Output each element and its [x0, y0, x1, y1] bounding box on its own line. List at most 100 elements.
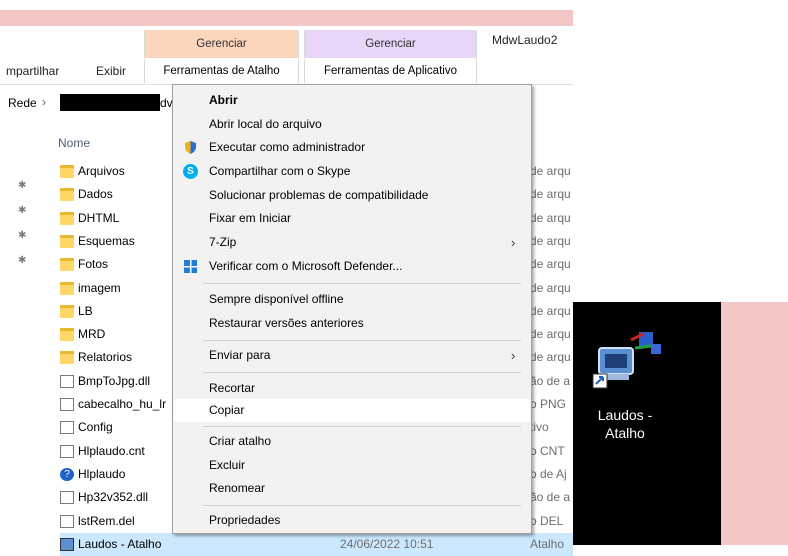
- folder-icon: [60, 304, 74, 318]
- menu-separator: [203, 283, 521, 284]
- file-name: Dados: [78, 187, 113, 202]
- menu-separator: [203, 426, 521, 427]
- chevron-right-icon: ›: [511, 235, 516, 250]
- menu-item-abrir[interactable]: Abrir: [174, 89, 530, 112]
- menu-item-solucionar[interactable]: Solucionar problemas de compatibilidade: [174, 184, 530, 207]
- file-name: Fotos: [78, 257, 109, 272]
- file-icon: [60, 491, 74, 505]
- pin-icon[interactable]: ✱: [18, 180, 26, 191]
- file-type: Atalho: [530, 536, 565, 551]
- file-type: o DEL: [530, 513, 564, 528]
- menu-item-copiar[interactable]: Copiar: [174, 399, 530, 422]
- file-type: de arqu: [530, 327, 571, 342]
- menu-item-abrir-local[interactable]: Abrir local do arquivo: [174, 113, 530, 136]
- file-type: o PNG: [530, 397, 567, 411]
- file-type: de arqu: [530, 303, 571, 318]
- context-menu: Abrir Abrir local do arquivo Executar co…: [172, 84, 532, 534]
- desktop-strip: [721, 302, 788, 545]
- tab-exibir[interactable]: Exibir: [96, 64, 126, 78]
- address-root[interactable]: Rede: [8, 96, 37, 110]
- menu-item-recortar[interactable]: Recortar: [174, 377, 530, 400]
- folder-icon: [60, 234, 74, 248]
- menu-item-criar-atalho[interactable]: Criar atalho: [174, 430, 530, 453]
- desktop-shortcut-label: Laudos - Atalho: [597, 407, 653, 441]
- folder-icon: [60, 281, 74, 295]
- file-type: de arqu: [530, 257, 571, 272]
- file-name: DHTML: [78, 210, 120, 225]
- shortcut-icon: [60, 537, 74, 551]
- ctx-group-header-app[interactable]: Gerenciar: [304, 30, 477, 58]
- pin-icon[interactable]: ✱: [18, 255, 26, 266]
- file-date: 24/06/2022 10:51: [340, 536, 434, 551]
- file-name: lstRem.del: [78, 513, 135, 528]
- menu-item-defender[interactable]: Verificar com o Microsoft Defender...: [174, 255, 530, 278]
- defender-icon: [183, 259, 198, 274]
- menu-item-skype[interactable]: S Compartilhar com o Skype: [174, 160, 530, 183]
- menu-separator: [203, 372, 521, 373]
- file-type: de arqu: [530, 164, 571, 178]
- file-name: MRD: [78, 327, 106, 342]
- chevron-right-icon: ›: [511, 348, 516, 363]
- file-icon: [60, 514, 74, 528]
- file-type: de arqu: [530, 187, 571, 202]
- file-name: LB: [78, 303, 93, 318]
- folder-icon: [60, 165, 74, 178]
- file-name: Esquemas: [78, 233, 135, 248]
- menu-item-7zip[interactable]: 7-Zip ›: [174, 231, 530, 254]
- desktop-shortcut[interactable]: Laudos - Atalho: [585, 326, 685, 441]
- folder-icon: [60, 188, 74, 202]
- file-icon: [60, 398, 74, 411]
- folder-icon: [60, 328, 74, 342]
- pin-icon[interactable]: ✱: [18, 205, 26, 216]
- file-type: o de Aj: [530, 466, 567, 481]
- tab-ferramentas-atalho[interactable]: Ferramentas de Atalho: [144, 59, 299, 83]
- file-type: de arqu: [530, 350, 571, 365]
- redacted-block: [60, 94, 160, 111]
- window-title: MdwLaudo2: [492, 33, 558, 47]
- file-icon: [60, 421, 74, 435]
- tab-ferramentas-aplicativo[interactable]: Ferramentas de Aplicativo: [304, 59, 477, 83]
- skype-icon: S: [183, 164, 198, 179]
- folder-icon: [60, 211, 74, 225]
- column-header-nome[interactable]: Nome: [58, 136, 90, 150]
- menu-item-propriedades[interactable]: Propriedades: [174, 509, 530, 532]
- laudos-app-icon: [592, 332, 661, 389]
- menu-item-offline[interactable]: Sempre disponível offline: [174, 288, 530, 311]
- file-name: BmpToJpg.dll: [78, 373, 151, 388]
- tab-compartilhar[interactable]: mpartilhar: [6, 64, 59, 78]
- file-type: tivo: [530, 420, 549, 435]
- pin-icon[interactable]: ✱: [18, 230, 26, 241]
- file-name: Config: [78, 420, 113, 435]
- address-sep-icon: ›: [42, 95, 46, 109]
- menu-item-renomear[interactable]: Renomear: [174, 477, 530, 500]
- file-name: Hlplaudo: [78, 466, 126, 481]
- window-title-strip: [0, 10, 573, 26]
- address-segment[interactable]: dv: [160, 96, 173, 110]
- menu-item-executar-admin[interactable]: Executar como administrador: [174, 136, 530, 159]
- menu-item-enviar-para[interactable]: Enviar para ›: [174, 344, 530, 367]
- file-name: Arquivos: [78, 164, 125, 178]
- file-type: o CNT: [530, 443, 565, 458]
- file-type: de arqu: [530, 280, 571, 295]
- ctx-group-header-shortcut[interactable]: Gerenciar: [144, 30, 299, 58]
- file-type: ão de a: [530, 373, 571, 388]
- file-icon: [60, 444, 74, 458]
- shield-icon: [183, 140, 198, 155]
- menu-item-fixar-iniciar[interactable]: Fixar em Iniciar: [174, 207, 530, 230]
- file-name: imagem: [78, 280, 121, 295]
- file-icon: [60, 374, 74, 388]
- file-type: ão de a: [530, 490, 571, 505]
- file-name: Laudos - Atalho: [78, 536, 162, 551]
- folder-icon: [60, 351, 74, 365]
- file-name: Hlplaudo.cnt: [78, 443, 145, 458]
- menu-item-restaurar[interactable]: Restaurar versões anteriores: [174, 312, 530, 335]
- menu-separator: [203, 505, 521, 506]
- menu-item-excluir[interactable]: Excluir: [174, 454, 530, 477]
- menu-separator: [203, 340, 521, 341]
- help-icon: ?: [60, 467, 74, 481]
- file-type: de arqu: [530, 210, 571, 225]
- list-item[interactable]: Laudos - Atalho Atalho 24/06/2022 10:51: [60, 532, 573, 556]
- folder-icon: [60, 258, 74, 272]
- file-name: cabecalho_hu_lr: [78, 397, 167, 411]
- file-name: Relatorios: [78, 350, 133, 365]
